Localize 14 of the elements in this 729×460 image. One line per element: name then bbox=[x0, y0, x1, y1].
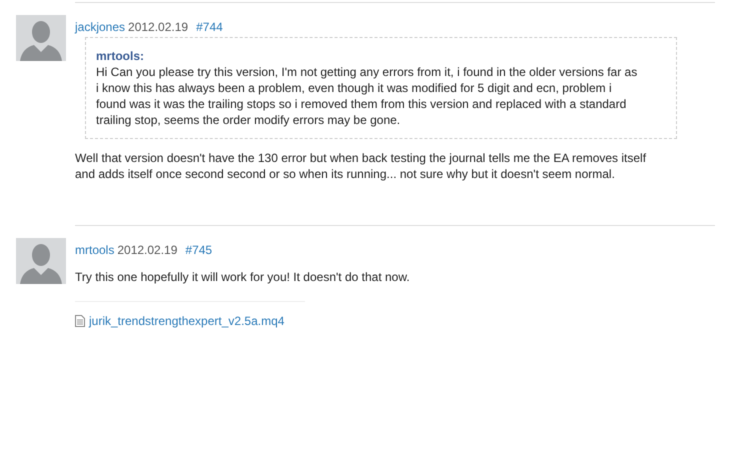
post-text: Try this one hopefully it will work for you! It doesn't do that now. bbox=[75, 269, 411, 285]
author-link[interactable]: jackjones bbox=[75, 20, 126, 34]
attachment-link[interactable]: jurik_trendstrengthexpert_v2.5a.mq4 bbox=[89, 314, 284, 328]
file-icon bbox=[75, 315, 85, 327]
quote-author: mrtools: bbox=[96, 48, 145, 64]
post-number-link[interactable]: #744 bbox=[196, 20, 223, 34]
post-date: 2012.02.19 bbox=[128, 20, 188, 34]
quote-text: Hi Can you please try this version, I'm not getting any errors from it, i found in the older versions far as i know this has always been a problem, even though it was modified for 5 digit and ecn, problem i found was it was the trailing stops so i removed them from this version and replaced with a standard trailing stop, seems the order modify errors may be gone. bbox=[96, 64, 638, 128]
author-link[interactable]: mrtools bbox=[75, 243, 114, 257]
avatar-icon bbox=[16, 238, 66, 284]
post-number-link[interactable]: #745 bbox=[185, 243, 212, 257]
post-date: 2012.02.19 bbox=[117, 243, 178, 257]
post-text: Well that version doesn't have the 130 error but when back testing the journal tells me the EA removes itself and adds itself once second second or so when its running... not sure why but it doesn't seem normal. bbox=[75, 150, 648, 182]
avatar-icon bbox=[16, 15, 66, 61]
